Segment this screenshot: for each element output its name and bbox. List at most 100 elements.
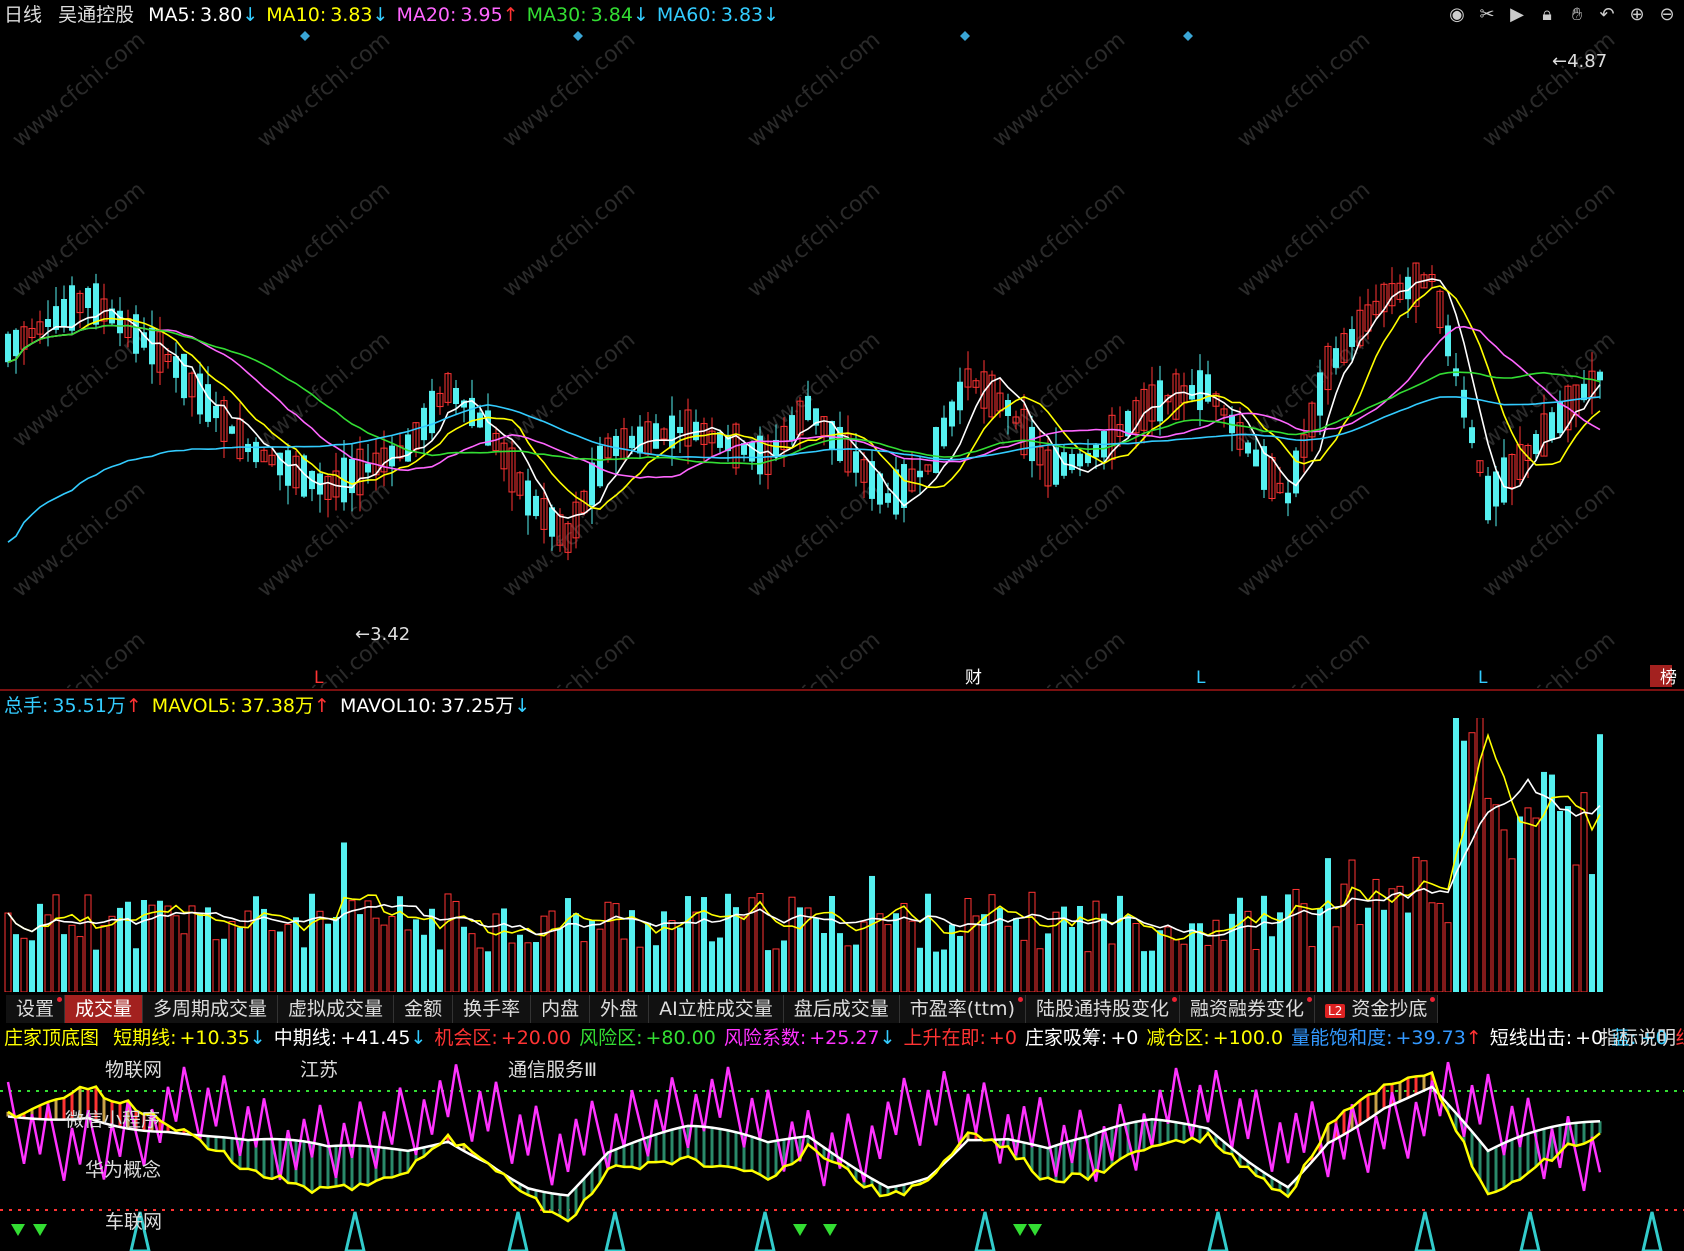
volume-bar bbox=[309, 893, 315, 992]
candle-body bbox=[173, 356, 179, 378]
candle-body bbox=[1597, 371, 1603, 381]
candle-body bbox=[1469, 427, 1475, 444]
concept-tag[interactable]: 江苏 bbox=[300, 1059, 338, 1081]
indicator-help-link[interactable]: 指标说明 bbox=[1600, 1027, 1676, 1049]
signal-triangle bbox=[1641, 1211, 1663, 1251]
event-diamond[interactable] bbox=[960, 31, 970, 41]
indicator-name[interactable]: 庄家顶底图 bbox=[4, 1027, 99, 1049]
price-marker[interactable]: L bbox=[314, 668, 324, 688]
volume-bar bbox=[837, 933, 843, 992]
volume-bar bbox=[133, 948, 139, 992]
volume-bar bbox=[653, 945, 659, 992]
indicator-arrow: ↑ bbox=[1465, 1027, 1482, 1049]
candle-body bbox=[533, 495, 539, 517]
ma-value: 3.80 bbox=[200, 4, 243, 26]
candle-body bbox=[637, 426, 643, 454]
concept-tag[interactable]: 车联网 bbox=[105, 1211, 162, 1233]
tab-item[interactable]: 盘后成交量 bbox=[783, 995, 900, 1023]
candle-body bbox=[117, 310, 123, 334]
tab-item[interactable]: 金额 bbox=[394, 995, 454, 1023]
volume-bar bbox=[1141, 951, 1147, 992]
price-marker[interactable]: L bbox=[1478, 668, 1488, 688]
event-diamond[interactable] bbox=[573, 31, 583, 41]
watermark-text: www.cfchi.com bbox=[1233, 477, 1375, 602]
zoom-out-icon[interactable]: ⊖ bbox=[1656, 4, 1678, 26]
volume-bar bbox=[93, 949, 99, 992]
concept-tag[interactable]: 微信小程序 bbox=[65, 1109, 160, 1131]
undo-icon[interactable]: ↶ bbox=[1596, 4, 1618, 26]
volume-bar bbox=[1365, 907, 1371, 992]
watermark-text: www.cfchi.com bbox=[988, 477, 1130, 602]
concept-tag[interactable]: 物联网 bbox=[105, 1059, 162, 1081]
tab-notify-dot bbox=[1017, 997, 1023, 1002]
tab-item[interactable]: 市盈率(ttm) bbox=[899, 995, 1026, 1023]
volume-bar bbox=[1468, 732, 1476, 992]
watermark-text: www.cfchi.com bbox=[498, 627, 640, 688]
indicator-chart[interactable]: 物联网 江苏 通信服务Ⅲ 微信小程序华为概念车联网 bbox=[0, 1052, 1684, 1251]
tab-item[interactable]: 虚拟成交量 bbox=[278, 995, 395, 1023]
volume-bar bbox=[1517, 816, 1523, 992]
price-low-label: ←3.42 bbox=[355, 624, 410, 645]
volume-bar bbox=[29, 940, 35, 992]
watermark-text: www.cfchi.com bbox=[988, 177, 1130, 302]
volume-bar bbox=[84, 894, 92, 992]
tab-item[interactable]: 陆股通持股变化 bbox=[1025, 995, 1180, 1023]
volume-bar bbox=[461, 926, 467, 992]
ma-arrow: ↓ bbox=[632, 4, 649, 26]
volume-bar bbox=[533, 942, 539, 992]
volume-bar bbox=[1381, 909, 1387, 992]
volume-chart[interactable] bbox=[0, 718, 1684, 992]
volume-bar bbox=[172, 915, 180, 992]
watermark-text: www.cfchi.com bbox=[1478, 28, 1620, 153]
volume-bar bbox=[797, 907, 803, 992]
tab-item[interactable]: 内盘 bbox=[531, 995, 591, 1023]
watermark-text: www.cfchi.com bbox=[8, 177, 150, 302]
period-label[interactable]: 日线 bbox=[4, 4, 42, 26]
volume-bar bbox=[1092, 900, 1100, 992]
tab-item[interactable]: 换手率 bbox=[453, 995, 532, 1023]
volume-bar bbox=[933, 951, 939, 992]
tab-item[interactable]: 成交量 bbox=[65, 995, 144, 1023]
candle-body bbox=[229, 426, 235, 434]
volume-bar bbox=[884, 924, 892, 992]
price-marker[interactable]: 榜 bbox=[1660, 668, 1677, 688]
volume-bar bbox=[1269, 936, 1275, 992]
event-diamond[interactable] bbox=[1183, 31, 1193, 41]
stock-name[interactable]: 吴通控股 bbox=[58, 4, 134, 26]
price-marker[interactable]: L bbox=[1196, 668, 1206, 688]
volume-bar bbox=[1237, 897, 1243, 992]
tab-item[interactable]: 外盘 bbox=[590, 995, 650, 1023]
volume-bar bbox=[188, 905, 196, 992]
volume-arrow: ↓ bbox=[514, 695, 531, 717]
volume-bar bbox=[1572, 864, 1580, 992]
tab-item[interactable]: 设置 bbox=[6, 995, 66, 1023]
play-icon[interactable]: ▶ bbox=[1506, 4, 1528, 26]
chart-header: 日线 吴通控股 MA5: 3.80↓ MA10: 3.83↓ MA20: 3.95↑ MA3… bbox=[4, 4, 779, 26]
price-chart[interactable]: www.cfchi.com www.cfchi.com www.cfchi.com w… bbox=[0, 28, 1684, 688]
tab-item[interactable]: L2 资金抄底 bbox=[1315, 995, 1439, 1023]
volume-bar bbox=[13, 934, 19, 992]
price-marker[interactable]: 财 bbox=[965, 668, 982, 688]
volume-bar bbox=[268, 930, 276, 992]
volume-bar bbox=[501, 908, 507, 992]
tab-item[interactable]: 融资融券变化 bbox=[1180, 995, 1316, 1023]
candle-body bbox=[1349, 329, 1355, 347]
event-diamond[interactable] bbox=[300, 31, 310, 41]
lock-icon[interactable]: 🔒︎ bbox=[1536, 4, 1558, 26]
tab-label: 融资融券变化 bbox=[1190, 998, 1305, 1020]
tab-item[interactable]: 多周期成交量 bbox=[143, 995, 279, 1023]
volume-bar bbox=[1252, 948, 1260, 992]
scissors-icon[interactable]: ✂ bbox=[1476, 4, 1498, 26]
concept-tag[interactable]: 通信服务Ⅲ bbox=[508, 1059, 597, 1081]
zoom-in-icon[interactable]: ⊕ bbox=[1626, 4, 1648, 26]
concept-tag[interactable]: 华为概念 bbox=[85, 1158, 161, 1181]
volume-bar bbox=[437, 949, 443, 992]
hand-icon[interactable]: ✋︎ bbox=[1566, 4, 1588, 26]
volume-bar bbox=[1444, 922, 1452, 992]
indicator-value: +41.45 bbox=[340, 1027, 411, 1049]
volume-bar bbox=[524, 942, 532, 992]
volume-bar bbox=[1117, 895, 1123, 992]
tab-item[interactable]: AI立桩成交量 bbox=[649, 995, 784, 1023]
eye-icon[interactable]: ◉ bbox=[1446, 4, 1468, 26]
indicator-value: +20.00 bbox=[500, 1027, 572, 1049]
